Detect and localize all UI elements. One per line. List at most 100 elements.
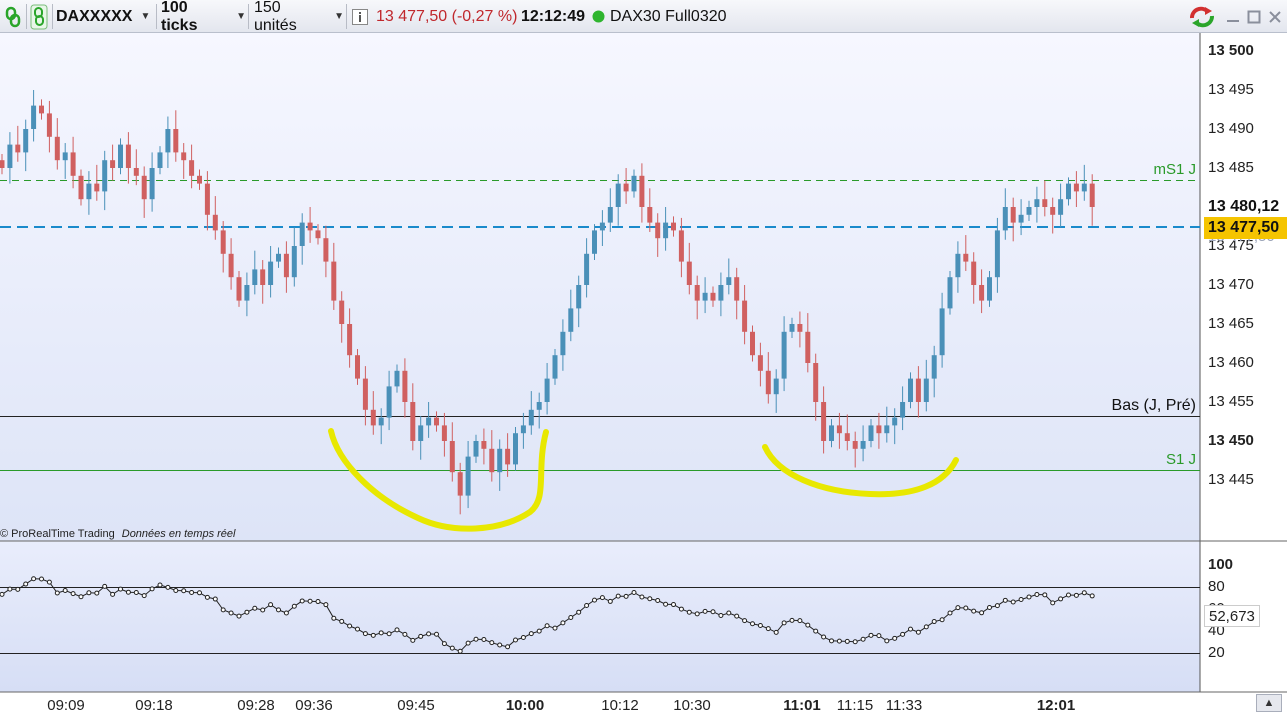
- candle-body: [852, 441, 858, 449]
- candle-body: [520, 425, 526, 434]
- candle-body: [576, 285, 582, 309]
- units-selector[interactable]: 150 unités ▼: [254, 0, 344, 34]
- oscillator-point: [62, 587, 68, 593]
- toolbar-separator: [52, 4, 53, 29]
- candle-body: [592, 230, 597, 254]
- oscillator-point: [923, 624, 929, 630]
- period-label: 100 ticks: [161, 0, 198, 34]
- oscillator-point: [852, 639, 858, 645]
- oscillator-point: [157, 582, 163, 588]
- time-tick-label: 09:45: [397, 697, 435, 714]
- price-chart[interactable]: [0, 33, 1287, 712]
- refresh-icon[interactable]: [1188, 3, 1218, 30]
- candle-body: [125, 144, 131, 168]
- close-icon[interactable]: [1268, 3, 1284, 30]
- indicator-tick-label: 80: [1208, 578, 1225, 595]
- oscillator-point: [31, 576, 37, 582]
- indicator-tick-label: 20: [1208, 644, 1225, 661]
- time-tick-label: 09:18: [135, 697, 173, 714]
- candle-body: [331, 261, 337, 301]
- candle-body: [426, 417, 432, 426]
- oscillator-point: [1089, 593, 1095, 599]
- candle-body: [1081, 183, 1087, 192]
- oscillator-point: [291, 603, 297, 609]
- oscillator-point: [347, 623, 353, 629]
- candle-body: [307, 222, 313, 231]
- candle-body: [615, 183, 621, 207]
- oscillator-point: [994, 603, 1000, 609]
- candle-body: [544, 378, 550, 402]
- candle-body: [39, 105, 44, 114]
- candle-body: [362, 378, 368, 410]
- oscillator-point: [449, 645, 455, 651]
- candle-body: [1089, 183, 1095, 207]
- feed-name: DAX30 Full0320: [610, 7, 727, 25]
- oscillator-point: [110, 591, 116, 597]
- candle-body: [173, 129, 179, 153]
- candle-body: [0, 160, 5, 168]
- oscillator-point: [623, 593, 629, 599]
- candle-body: [204, 183, 210, 215]
- info-icon[interactable]: [352, 3, 370, 30]
- data-credit: © ProRealTime Trading Données en temps r…: [0, 528, 235, 540]
- oscillator-point: [710, 609, 716, 615]
- candle-body: [860, 441, 866, 449]
- status-dot-icon: [592, 3, 606, 30]
- price-tick-label: 13 490: [1208, 120, 1254, 137]
- time-tick-label: 09:09: [47, 697, 85, 714]
- chevron-down-icon: ▼: [140, 11, 151, 22]
- candle-body: [552, 355, 558, 379]
- price-tick-label: 13 455: [1208, 393, 1254, 410]
- oscillator-point: [552, 625, 558, 631]
- oscillator-point: [252, 605, 258, 611]
- oscillator-point: [1002, 597, 1008, 603]
- instrument-selector[interactable]: DAXXXXX ▼: [56, 3, 154, 30]
- oscillator-point: [979, 610, 985, 616]
- candle-body: [149, 168, 155, 200]
- candle-body: [678, 230, 684, 262]
- candle-body: [757, 355, 763, 371]
- candle-body: [457, 472, 463, 496]
- period-selector[interactable]: 100 ticks ▼: [161, 0, 246, 34]
- candle-body: [671, 222, 676, 231]
- oscillator-point: [813, 628, 819, 634]
- candle-body: [963, 253, 969, 262]
- candle-body: [449, 441, 455, 473]
- oscillator-point: [497, 642, 503, 648]
- oscillator-point: [939, 617, 945, 623]
- scroll-up-icon[interactable]: ▲: [1256, 694, 1282, 712]
- link-icon[interactable]: [4, 3, 24, 30]
- candle-body: [157, 152, 163, 168]
- oscillator-point: [323, 602, 329, 608]
- oscillator-point: [742, 618, 748, 624]
- oscillator-point: [773, 629, 779, 635]
- candle-body: [1050, 207, 1056, 215]
- time-tick-label: 10:00: [505, 697, 545, 714]
- candle-body: [54, 136, 60, 161]
- minimize-icon[interactable]: [1226, 3, 1242, 30]
- oscillator-point: [220, 607, 226, 613]
- chain-link-icon[interactable]: [30, 3, 50, 30]
- oscillator-point: [260, 607, 266, 613]
- oscillator-point: [663, 601, 669, 607]
- candle-body: [971, 261, 977, 285]
- maximize-icon[interactable]: [1247, 3, 1263, 30]
- candle-body: [536, 402, 542, 410]
- price-tick-label: 13 470: [1208, 276, 1254, 293]
- oscillator-point: [54, 590, 60, 596]
- candle-body: [370, 409, 376, 426]
- time-tick-label: 10:12: [601, 697, 639, 714]
- candle-body: [1002, 207, 1008, 231]
- candle-body: [355, 355, 360, 379]
- s1-level-label: S1 J: [1165, 451, 1196, 468]
- oscillator-point: [536, 628, 542, 634]
- candle-body: [402, 370, 408, 402]
- oscillator-point: [133, 590, 139, 595]
- oscillator-point: [805, 622, 811, 628]
- oscillator-point: [686, 609, 692, 615]
- candle-body: [102, 160, 108, 192]
- candle-body: [23, 129, 29, 153]
- oscillator-point: [355, 626, 360, 632]
- candle-body: [236, 277, 242, 301]
- candle-body: [394, 370, 400, 387]
